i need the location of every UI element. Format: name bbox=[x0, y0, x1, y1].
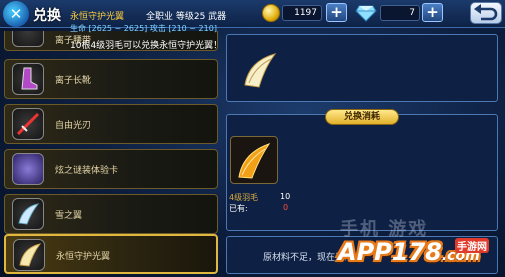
list-item-label: 离子长靴 bbox=[55, 76, 92, 86]
blade-icon bbox=[12, 108, 44, 140]
exchange-logo-icon: ✕ bbox=[3, 1, 29, 27]
diamond-icon bbox=[355, 5, 377, 22]
list-item[interactable]: 雪之翼 bbox=[4, 194, 218, 234]
item-list[interactable]: 离子腰带 离子长靴 自由光刃 炫之谜装体验卡 雪之翼 永恒守护光翼 bbox=[4, 31, 222, 277]
material-have-label: 已有: bbox=[229, 204, 248, 213]
light-wing-icon bbox=[244, 53, 277, 88]
item-meta: 全职业 等级25 武器 bbox=[146, 12, 227, 22]
item-description: 10根4级羽毛可以兑换永恒守护光翼！ bbox=[70, 41, 223, 51]
snow-wing-icon bbox=[12, 198, 44, 230]
gem-count: 7 bbox=[380, 5, 420, 21]
gold-coin-icon bbox=[262, 4, 280, 22]
feather-icon bbox=[238, 143, 271, 179]
list-item[interactable]: 炫之谜装体验卡 bbox=[4, 149, 218, 189]
return-arrow-icon bbox=[474, 4, 498, 21]
list-item-label: 炫之谜装体验卡 bbox=[55, 166, 119, 176]
belt-icon bbox=[12, 31, 44, 47]
add-gems-button[interactable]: + bbox=[422, 3, 443, 22]
coin-count: 1197 bbox=[282, 5, 322, 21]
item-detail-panel bbox=[226, 34, 498, 102]
list-item-selected[interactable]: 永恒守护光翼 bbox=[4, 234, 218, 274]
material-have-count: 0 bbox=[283, 203, 289, 212]
light-wing-icon bbox=[13, 239, 45, 271]
material-required: 10 bbox=[280, 192, 291, 201]
page-title: 兑换 bbox=[33, 8, 61, 24]
add-coins-button[interactable]: + bbox=[326, 3, 347, 22]
list-item-label: 雪之翼 bbox=[55, 211, 83, 221]
cost-tab-label: 兑换消耗 bbox=[325, 109, 399, 125]
list-item-label: 永恒守护光翼 bbox=[56, 252, 111, 262]
card-icon bbox=[12, 153, 44, 185]
boots-icon bbox=[12, 63, 44, 95]
list-item[interactable]: 离子长靴 bbox=[4, 59, 218, 99]
material-slot[interactable] bbox=[230, 136, 278, 184]
back-button[interactable] bbox=[470, 2, 502, 24]
watermark-badge: 手游网 bbox=[455, 238, 489, 253]
item-stats: 生命 [2625 ~ 2625] 攻击 [210 ~ 210] bbox=[70, 24, 217, 33]
list-item[interactable]: 自由光刃 bbox=[4, 104, 218, 144]
item-name: 永恒守护光翼 bbox=[70, 12, 125, 22]
list-item-label: 自由光刃 bbox=[55, 121, 92, 131]
material-name: 4级羽毛 bbox=[229, 193, 259, 202]
